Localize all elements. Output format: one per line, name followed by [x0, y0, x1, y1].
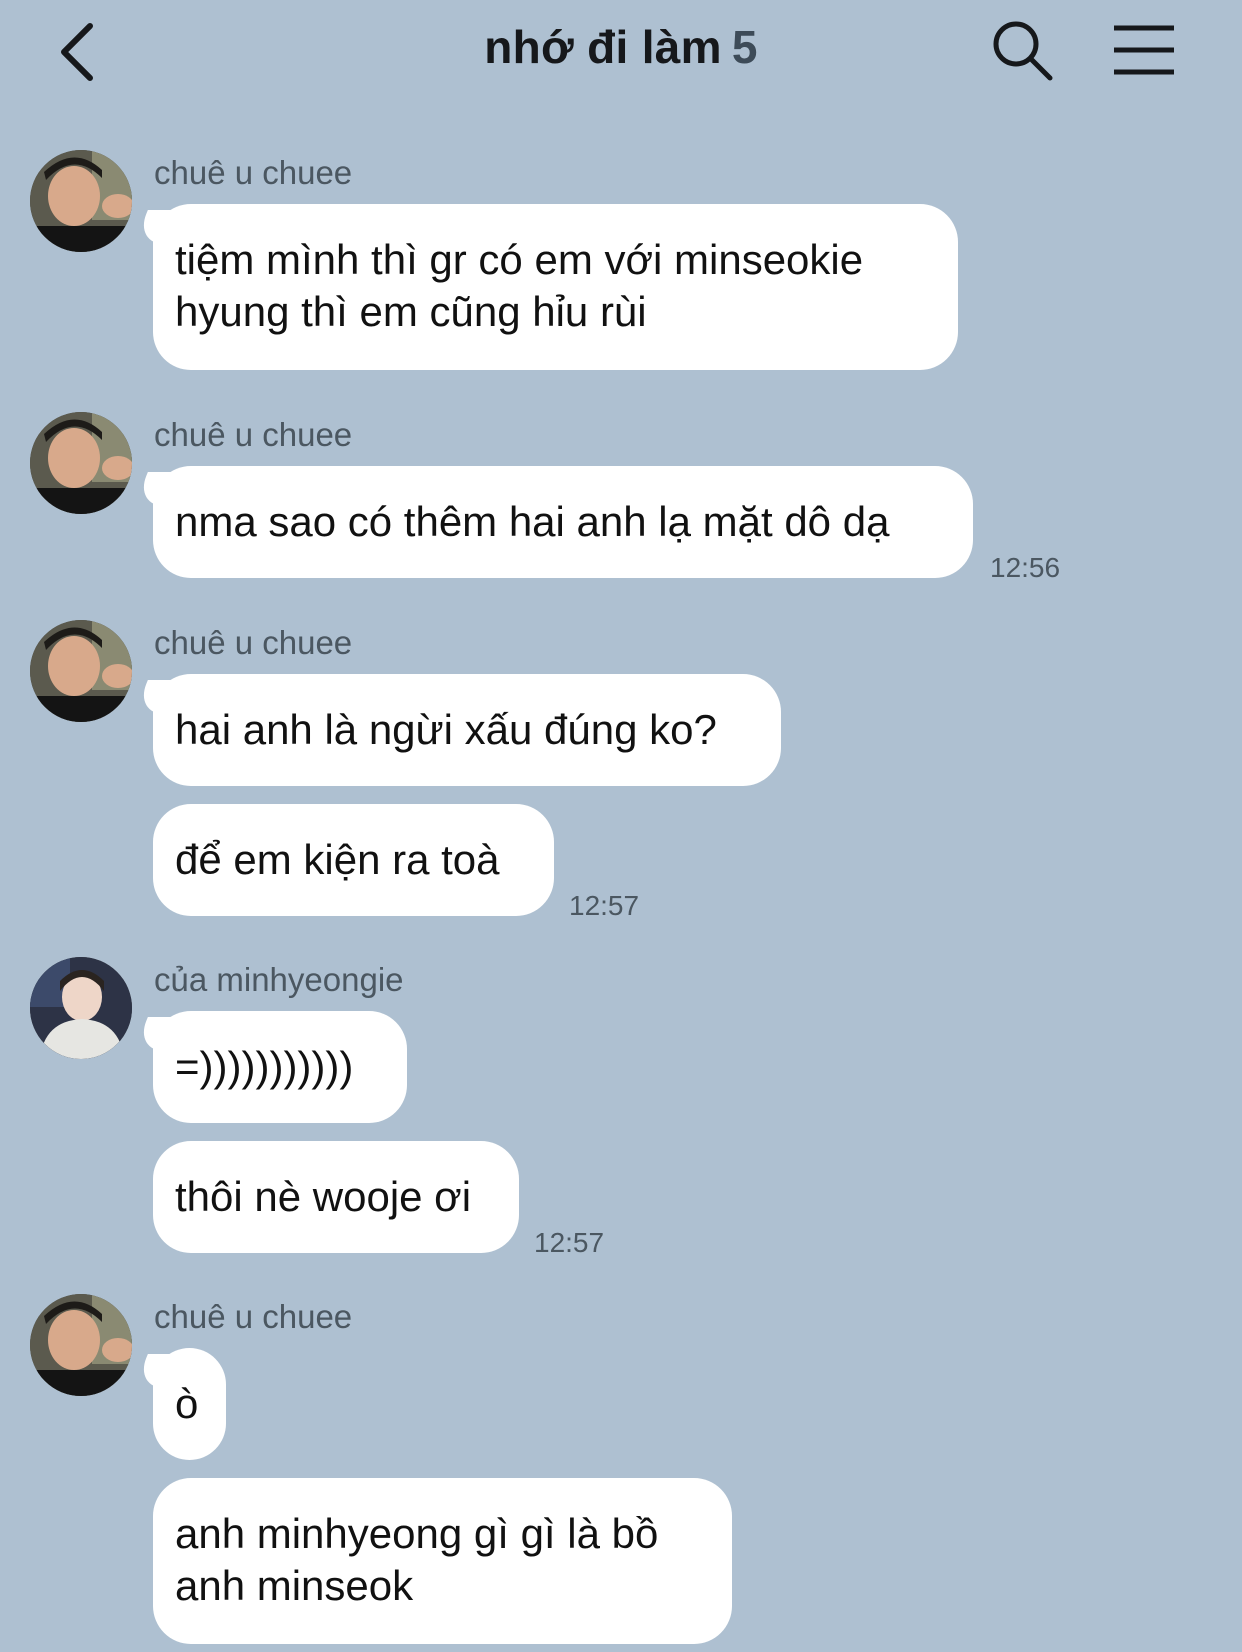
avatar-photo	[30, 620, 132, 722]
search-icon	[993, 21, 1053, 81]
message-bubble[interactable]: anh minhyeong gì gì là bồ anh minseok	[153, 1478, 732, 1644]
message-bubble[interactable]: hai anh là ngừi xấu đúng ko?	[153, 674, 781, 786]
message-bubble[interactable]: ò	[153, 1348, 226, 1460]
message-time: 12:56	[990, 552, 1061, 583]
message-time: 12:57	[569, 890, 640, 921]
sender-name: chuê u chuee	[154, 416, 353, 453]
member-count: 5	[731, 21, 758, 73]
hamburger-menu-icon	[1114, 25, 1174, 75]
avatar[interactable]	[30, 957, 132, 1059]
avatar-photo	[30, 957, 132, 1059]
avatar[interactable]	[30, 1294, 132, 1396]
sender-name: chuê u chuee	[154, 624, 353, 661]
avatar-photo	[30, 1294, 132, 1396]
avatar-photo	[30, 412, 132, 514]
message-bubble[interactable]: nma sao có thêm hai anh lạ mặt dô dạ	[153, 466, 973, 578]
avatar[interactable]	[30, 150, 132, 252]
message-bubble[interactable]: để em kiện ra toà	[153, 804, 554, 916]
avatar[interactable]	[30, 620, 132, 722]
chat-title-text: nhớ đi làm	[484, 21, 722, 73]
search-button[interactable]	[990, 18, 1056, 82]
avatar-photo	[30, 150, 132, 252]
menu-button[interactable]	[1110, 20, 1178, 80]
message-time: 12:57	[534, 1227, 605, 1258]
sender-name: chuê u chuee	[154, 154, 353, 191]
sender-name: của minhyeongie	[154, 961, 404, 998]
message-bubble[interactable]: tiệm mình thì gr có em với minseokie hyu…	[153, 204, 958, 370]
message-bubble[interactable]: thôi nè wooje ơi	[153, 1141, 519, 1253]
message-bubble[interactable]: =)))))))))))	[153, 1011, 407, 1123]
chat-header: nhớ đi làm 5	[0, 0, 1242, 100]
sender-name: chuê u chuee	[154, 1298, 353, 1335]
avatar[interactable]	[30, 412, 132, 514]
